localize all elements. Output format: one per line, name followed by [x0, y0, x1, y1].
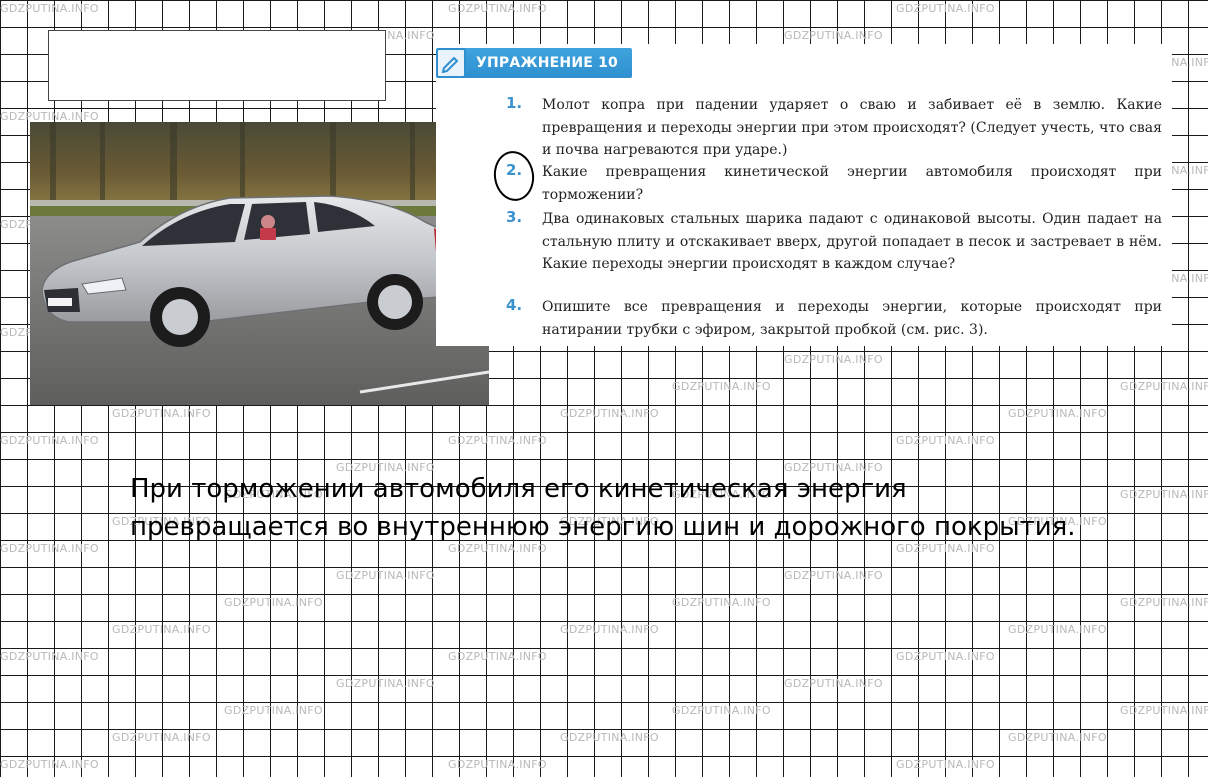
watermark-text: GDZPUTINA.INFO: [784, 569, 883, 582]
watermark-text: GDZPUTINA.INFO: [1120, 380, 1208, 393]
question-number: 3.: [506, 208, 523, 226]
answer-line-1: При торможении автомобиля его кинетическ…: [130, 474, 907, 504]
watermark-text: GDZPUTINA.INFO: [784, 677, 883, 690]
watermark-text: GDZPUTINA.INFO: [1120, 704, 1208, 717]
watermark-text: GDZPUTINA.INFO: [896, 650, 995, 663]
watermark-text: GDZPUTINA.INFO: [0, 542, 99, 555]
empty-frame: [48, 30, 386, 101]
exercise-title: УПРАЖНЕНИЕ 10: [476, 55, 618, 71]
watermark-text: GDZPUTINA.INFO: [1120, 596, 1208, 609]
watermark-text: GDZPUTINA.INFO: [672, 704, 771, 717]
watermark-text: GDZPUTINA.INFO: [448, 434, 547, 447]
watermark-text: GDZPUTINA.INFO: [336, 569, 435, 582]
watermark-text: GDZPUTINA.INFO: [672, 380, 771, 393]
watermark-text: GDZPUTINA.INFO: [0, 650, 99, 663]
watermark-text: GDZPUTINA.INFO: [1008, 407, 1107, 420]
pencil-icon: [436, 48, 466, 78]
watermark-text: GDZPUTINA.INFO: [448, 758, 547, 771]
question-text: Какие превращения кинетической энергии а…: [542, 164, 1162, 203]
watermark-text: GDZPUTINA.INFO: [560, 623, 659, 636]
watermark-text: GDZPUTINA.INFO: [224, 704, 323, 717]
car-photo: [30, 122, 489, 405]
question-text: Молот копра при падении ударяет о сваю и…: [542, 97, 1162, 158]
watermark-text: GDZPUTINA.INFO: [560, 407, 659, 420]
answer-text: При торможении автомобиля его кинетическ…: [130, 470, 1190, 546]
watermark-text: GDZPUTINA.INFO: [784, 29, 883, 42]
watermark-text: GDZPUTINA.INFO: [112, 407, 211, 420]
watermark-text: GDZPUTINA.INFO: [560, 731, 659, 744]
watermark-text: GDZPUTINA.INFO: [1008, 731, 1107, 744]
watermark-text: GDZPUTINA.INFO: [448, 2, 547, 15]
watermark-text: GDZPUTINA.INFO: [112, 623, 211, 636]
watermark-text: GDZPUTINA.INFO: [0, 2, 99, 15]
question-text: Опишите все превращения и переходы энерг…: [542, 299, 1162, 338]
textbook-excerpt: УПРАЖНЕНИЕ 10 1. Молот копра при падении…: [436, 44, 1172, 346]
watermark-text: GDZPUTINA.INFO: [672, 596, 771, 609]
watermark-text: GDZPUTINA.INFO: [224, 596, 323, 609]
exercise-header: УПРАЖНЕНИЕ 10: [436, 48, 632, 78]
watermark-text: GDZPUTINA.INFO: [448, 650, 547, 663]
answer-line-2: превращается во внутреннюю энергию шин и…: [130, 512, 1076, 542]
question-text: Два одинаковых стальных шарика падают с …: [542, 211, 1162, 272]
watermark-text: GDZPUTINA.INFO: [0, 758, 99, 771]
watermark-text: GDZPUTINA.INFO: [784, 353, 883, 366]
watermark-text: GDZPUTINA.INFO: [896, 434, 995, 447]
watermark-text: GDZPUTINA.INFO: [0, 434, 99, 447]
question-number: 1.: [506, 94, 523, 112]
watermark-text: GDZPUTINA.INFO: [112, 731, 211, 744]
question-number: 4.: [506, 296, 523, 314]
watermark-text: GDZPUTINA.INFO: [336, 677, 435, 690]
watermark-text: GDZPUTINA.INFO: [896, 758, 995, 771]
watermark-text: GDZPUTINA.INFO: [1008, 623, 1107, 636]
watermark-text: GDZPUTINA.INFO: [896, 2, 995, 15]
